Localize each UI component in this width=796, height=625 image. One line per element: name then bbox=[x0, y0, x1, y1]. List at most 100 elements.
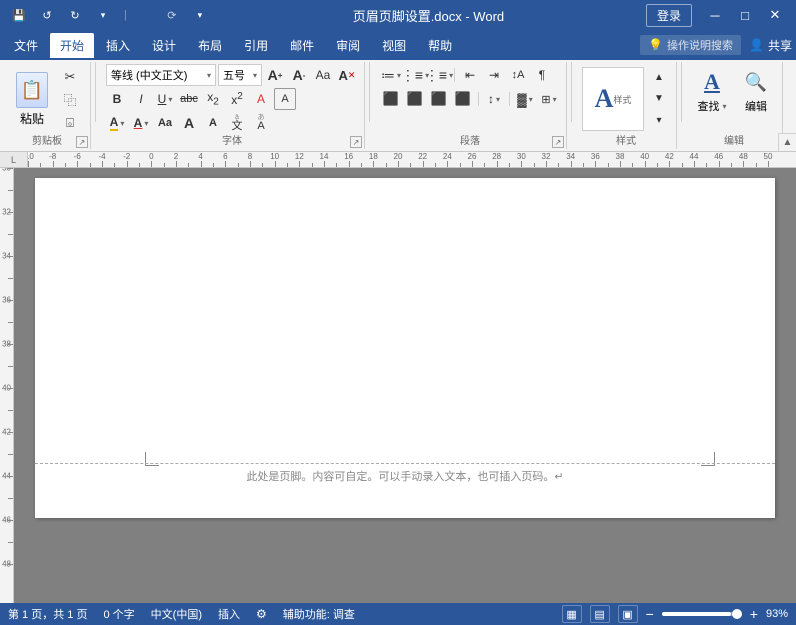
font-size-dropdown-arrow[interactable]: ▾ bbox=[253, 71, 257, 80]
auto-save-icon[interactable]: ⟳ bbox=[161, 4, 183, 26]
font-size-selector[interactable]: 五号 ▾ bbox=[218, 64, 262, 86]
paragraph-expand-button[interactable]: ↗ bbox=[552, 136, 564, 148]
styles-expand-button[interactable]: ▾ bbox=[648, 110, 670, 131]
format-painter-button[interactable]: ⌺ bbox=[56, 112, 84, 134]
insert-mode[interactable]: 插入 bbox=[218, 606, 240, 622]
underline-dropdown-arrow[interactable]: ▾ bbox=[168, 95, 172, 104]
change-case-button[interactable]: Aa bbox=[312, 64, 334, 86]
font-size-combo[interactable]: 五号 ▾ bbox=[218, 64, 262, 86]
ribbon-collapse-button[interactable]: ▲ bbox=[778, 133, 796, 151]
menu-references[interactable]: 引用 bbox=[234, 33, 278, 58]
font-color-dropdown[interactable]: ▾ bbox=[144, 119, 148, 128]
subscript-button[interactable]: x2 bbox=[202, 88, 224, 110]
strikethrough-button[interactable]: abc bbox=[178, 88, 200, 110]
menu-design[interactable]: 设计 bbox=[142, 33, 186, 58]
close-button[interactable]: ✕ bbox=[762, 4, 788, 26]
font-expand-button[interactable]: ↗ bbox=[350, 136, 362, 148]
minimize-button[interactable]: ─ bbox=[702, 4, 728, 26]
menu-mailings[interactable]: 邮件 bbox=[280, 33, 324, 58]
line-spacing-dropdown[interactable]: ▾ bbox=[496, 95, 500, 104]
border-button[interactable]: ⊞▾ bbox=[538, 88, 560, 110]
copy-button[interactable]: ⿻ bbox=[56, 89, 84, 111]
bullet-list-button[interactable]: ≔▾ bbox=[380, 64, 402, 86]
sort-button[interactable]: ↕A bbox=[507, 64, 529, 86]
zoom-slider-thumb[interactable] bbox=[732, 609, 742, 619]
font-size-decrease-button[interactable]: A- bbox=[288, 64, 310, 86]
cut-button[interactable]: ✂ bbox=[56, 66, 84, 88]
paste-button[interactable]: 📋 粘贴 bbox=[10, 64, 54, 135]
highlight-dropdown[interactable]: ▾ bbox=[120, 119, 124, 128]
page-footer-area[interactable]: 此处是页脚。内容可自定。可以手动录入文本，也可插入页码。↵ bbox=[35, 463, 775, 488]
language: 中文(中国) bbox=[151, 606, 202, 622]
decrease-indent-button[interactable]: ⇤ bbox=[459, 64, 481, 86]
redo-icon[interactable]: ↻ bbox=[64, 4, 86, 26]
font-small-button[interactable]: A bbox=[202, 112, 224, 134]
increase-indent-button[interactable]: ⇥ bbox=[483, 64, 505, 86]
clipboard-expand-button[interactable]: ↗ bbox=[76, 136, 88, 148]
superscript-button[interactable]: x2 bbox=[226, 88, 248, 110]
font-big-button[interactable]: A bbox=[178, 112, 200, 134]
styles-up-button[interactable]: ▲ bbox=[648, 67, 670, 88]
menu-view[interactable]: 视图 bbox=[372, 33, 416, 58]
font-name-selector[interactable]: 等线 (中文正文) ▾ bbox=[106, 64, 216, 86]
font-effects-icon: A bbox=[257, 92, 265, 106]
show-paragraph-button[interactable]: ¶ bbox=[531, 64, 553, 86]
bold-button[interactable]: B bbox=[106, 88, 128, 110]
number-list-button[interactable]: ⋮≡▾ bbox=[404, 64, 426, 86]
view-read-button[interactable]: ▤ bbox=[590, 605, 610, 623]
wd-format-icon[interactable]: 词 bbox=[133, 4, 155, 26]
more-title-icons[interactable]: ▾ bbox=[189, 4, 211, 26]
multilevel-list-button[interactable]: ⋮≡▾ bbox=[428, 64, 450, 86]
font-border-button[interactable]: A bbox=[274, 88, 296, 110]
zoom-plus-button[interactable]: + bbox=[750, 606, 758, 622]
search-box[interactable]: 💡 操作说明搜索 bbox=[640, 35, 741, 55]
menu-review[interactable]: 审阅 bbox=[326, 33, 370, 58]
font-pinyin-button[interactable]: ā 文 bbox=[226, 112, 248, 134]
menu-layout[interactable]: 布局 bbox=[188, 33, 232, 58]
align-left-button[interactable]: ⬛ bbox=[380, 88, 402, 110]
font-size-increase-button[interactable]: A+ bbox=[264, 64, 286, 86]
menu-file[interactable]: 文件 bbox=[4, 33, 48, 58]
italic-button[interactable]: I bbox=[130, 88, 152, 110]
save-icon[interactable]: 💾 bbox=[8, 4, 30, 26]
border-dropdown[interactable]: ▾ bbox=[553, 95, 557, 104]
styles-preview-box[interactable]: A 样式 bbox=[582, 67, 644, 131]
align-center-button[interactable]: ⬛ bbox=[404, 88, 426, 110]
customize-quick-access-icon[interactable]: ▾ bbox=[92, 4, 114, 26]
search-replace-button[interactable]: 🔍 编辑 bbox=[736, 64, 776, 116]
menu-help[interactable]: 帮助 bbox=[418, 33, 462, 58]
shading-dropdown[interactable]: ▾ bbox=[529, 95, 533, 104]
align-right-button[interactable]: ⬛ bbox=[428, 88, 450, 110]
find-dropdown[interactable]: ▾ bbox=[722, 102, 726, 111]
font-name-dropdown-arrow[interactable]: ▾ bbox=[207, 71, 211, 80]
highlight-color-button[interactable]: A ▾ bbox=[106, 112, 128, 134]
share-button[interactable]: 👤 共享 bbox=[749, 37, 792, 54]
styles-down-button[interactable]: ▼ bbox=[648, 88, 670, 109]
justify-button[interactable]: ⬛ bbox=[452, 88, 474, 110]
shading-button[interactable]: ▓▾ bbox=[514, 88, 536, 110]
line-spacing-button[interactable]: ↕▾ bbox=[483, 88, 505, 110]
ruler-indicator: L bbox=[11, 155, 16, 165]
word-count: 0 个字 bbox=[103, 606, 134, 622]
login-button[interactable]: 登录 bbox=[646, 4, 692, 27]
font-color-button[interactable]: A ▾ bbox=[130, 112, 152, 134]
multilevel-dropdown[interactable]: ▾ bbox=[449, 71, 453, 80]
underline-button[interactable]: U ▾ bbox=[154, 88, 176, 110]
font-aa2-button[interactable]: Aa bbox=[154, 112, 176, 134]
zoom-minus-button[interactable]: − bbox=[646, 606, 654, 622]
undo-icon[interactable]: ↺ bbox=[36, 4, 58, 26]
font-phonetic-button[interactable]: あ A bbox=[250, 112, 272, 134]
find-button[interactable]: A 查找 ▾ bbox=[692, 64, 732, 116]
zoom-slider[interactable] bbox=[662, 612, 742, 616]
document-area[interactable]: 此处是页脚。内容可自定。可以手动录入文本，也可插入页码。↵ bbox=[14, 168, 796, 603]
menu-insert[interactable]: 插入 bbox=[96, 33, 140, 58]
ruler-corner[interactable]: L bbox=[0, 152, 28, 168]
font-name-combo[interactable]: 等线 (中文正文) ▾ bbox=[106, 64, 216, 86]
view-web-button[interactable]: ▣ bbox=[618, 605, 638, 623]
menu-home[interactable]: 开始 bbox=[50, 33, 94, 58]
restore-button[interactable]: □ bbox=[732, 4, 758, 26]
para-sep-2 bbox=[478, 92, 479, 106]
clear-formatting-button[interactable]: A✕ bbox=[336, 64, 358, 86]
view-print-button[interactable]: ▦ bbox=[562, 605, 582, 623]
font-effects-button[interactable]: A bbox=[250, 88, 272, 110]
